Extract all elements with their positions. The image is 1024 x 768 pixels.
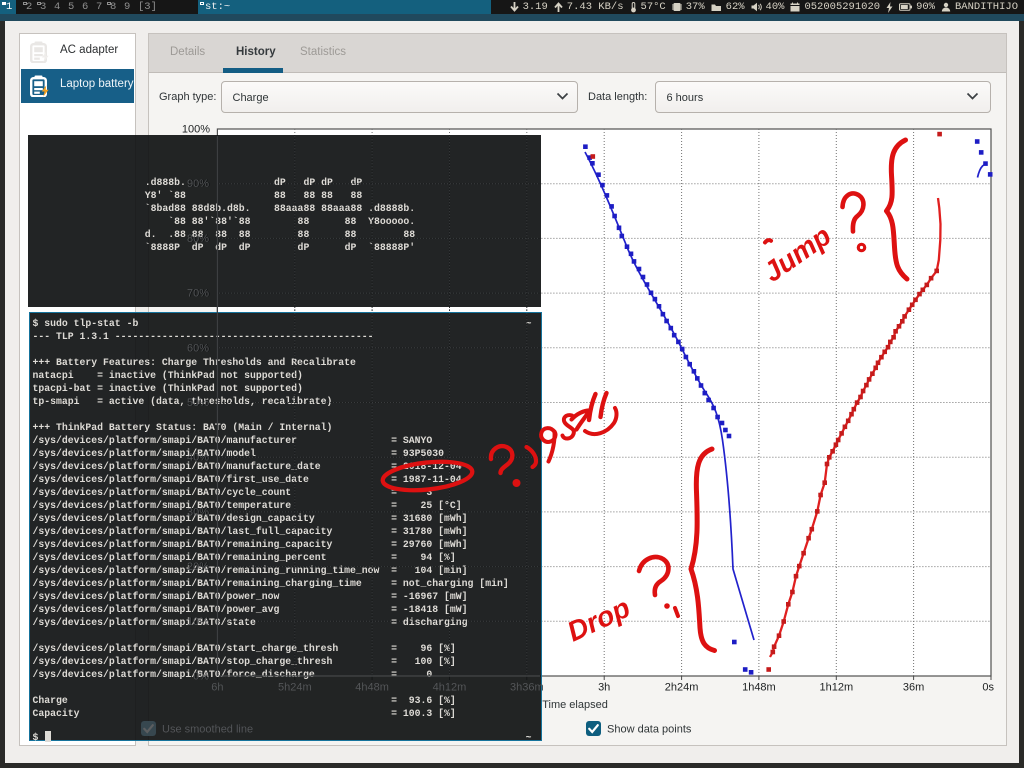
svg-text:Jump: Jump <box>758 220 837 288</box>
svg-text:Drop: Drop <box>562 592 634 648</box>
